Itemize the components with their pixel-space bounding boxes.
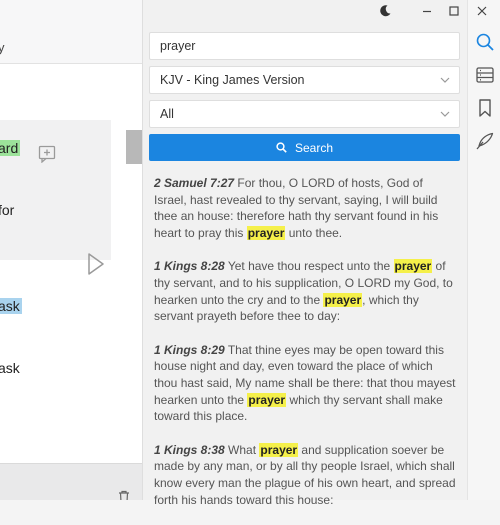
result-item[interactable]: 1 Kings 8:28 Yet have thou respect unto …	[154, 258, 456, 324]
search-term-highlight: prayer	[246, 225, 286, 240]
play-icon[interactable]	[87, 252, 105, 276]
verse-text: for	[0, 202, 15, 218]
search-term-highlight: prayer	[259, 442, 299, 457]
search-term-highlight: prayer	[247, 392, 287, 407]
search-icon[interactable]	[476, 33, 494, 51]
verse-text-highlight-blue[interactable]: ask	[0, 298, 22, 314]
result-item[interactable]: 2 Samuel 7:27 For thou, O LORD of hosts,…	[154, 175, 456, 241]
trash-icon[interactable]	[118, 490, 130, 500]
result-reference[interactable]: 1 Kings 8:28	[154, 259, 225, 273]
result-text: What	[228, 442, 260, 457]
scrollbar-thumb[interactable]	[126, 130, 143, 164]
chevron-down-icon	[440, 111, 450, 117]
result-text: Yet have thou respect unto the	[227, 259, 394, 274]
search-input-value: prayer	[160, 39, 196, 53]
result-reference[interactable]: 2 Samuel 7:27	[154, 176, 234, 190]
header-text-fragment: y	[0, 40, 5, 55]
chevron-down-icon	[440, 77, 450, 83]
minimize-icon[interactable]	[420, 4, 434, 18]
search-input[interactable]: prayer	[149, 32, 460, 60]
search-term-highlight: prayer	[323, 292, 363, 307]
moon-icon[interactable]	[378, 4, 392, 18]
side-tool-rail	[467, 0, 500, 500]
verse-text-highlight-green[interactable]: ard	[0, 140, 21, 156]
bookmark-icon[interactable]	[476, 99, 494, 117]
book-list-icon[interactable]	[476, 66, 494, 84]
reader-footer	[0, 463, 143, 500]
search-button-label: Search	[294, 140, 334, 155]
reader-header: y	[0, 0, 143, 64]
search-button[interactable]: Search	[149, 134, 460, 161]
result-reference[interactable]: 1 Kings 8:38	[154, 443, 225, 457]
version-select[interactable]: KJV - King James Version	[149, 66, 460, 94]
scope-select-value: All	[160, 107, 174, 121]
add-note-icon[interactable]	[38, 145, 56, 163]
result-item[interactable]: 1 Kings 8:29 That thine eyes may be open…	[154, 342, 456, 425]
close-icon[interactable]	[475, 4, 489, 18]
version-select-value: KJV - King James Version	[160, 73, 305, 87]
search-panel: prayer KJV - King James Version All Sear…	[143, 0, 467, 507]
result-text: unto thee.	[285, 225, 343, 240]
reader-panel: y ard for ask ask	[0, 0, 143, 500]
scope-select[interactable]: All	[149, 100, 460, 128]
result-item[interactable]: 1 Kings 8:38 What prayer and supplicatio…	[154, 442, 456, 508]
quill-icon[interactable]	[476, 132, 494, 150]
verse-text: ask	[0, 360, 20, 376]
search-icon	[276, 142, 287, 153]
result-reference[interactable]: 1 Kings 8:29	[154, 343, 225, 357]
search-results-list: 2 Samuel 7:27 For thou, O LORD of hosts,…	[154, 175, 456, 525]
search-term-highlight: prayer	[393, 259, 433, 274]
maximize-icon[interactable]	[447, 4, 461, 18]
